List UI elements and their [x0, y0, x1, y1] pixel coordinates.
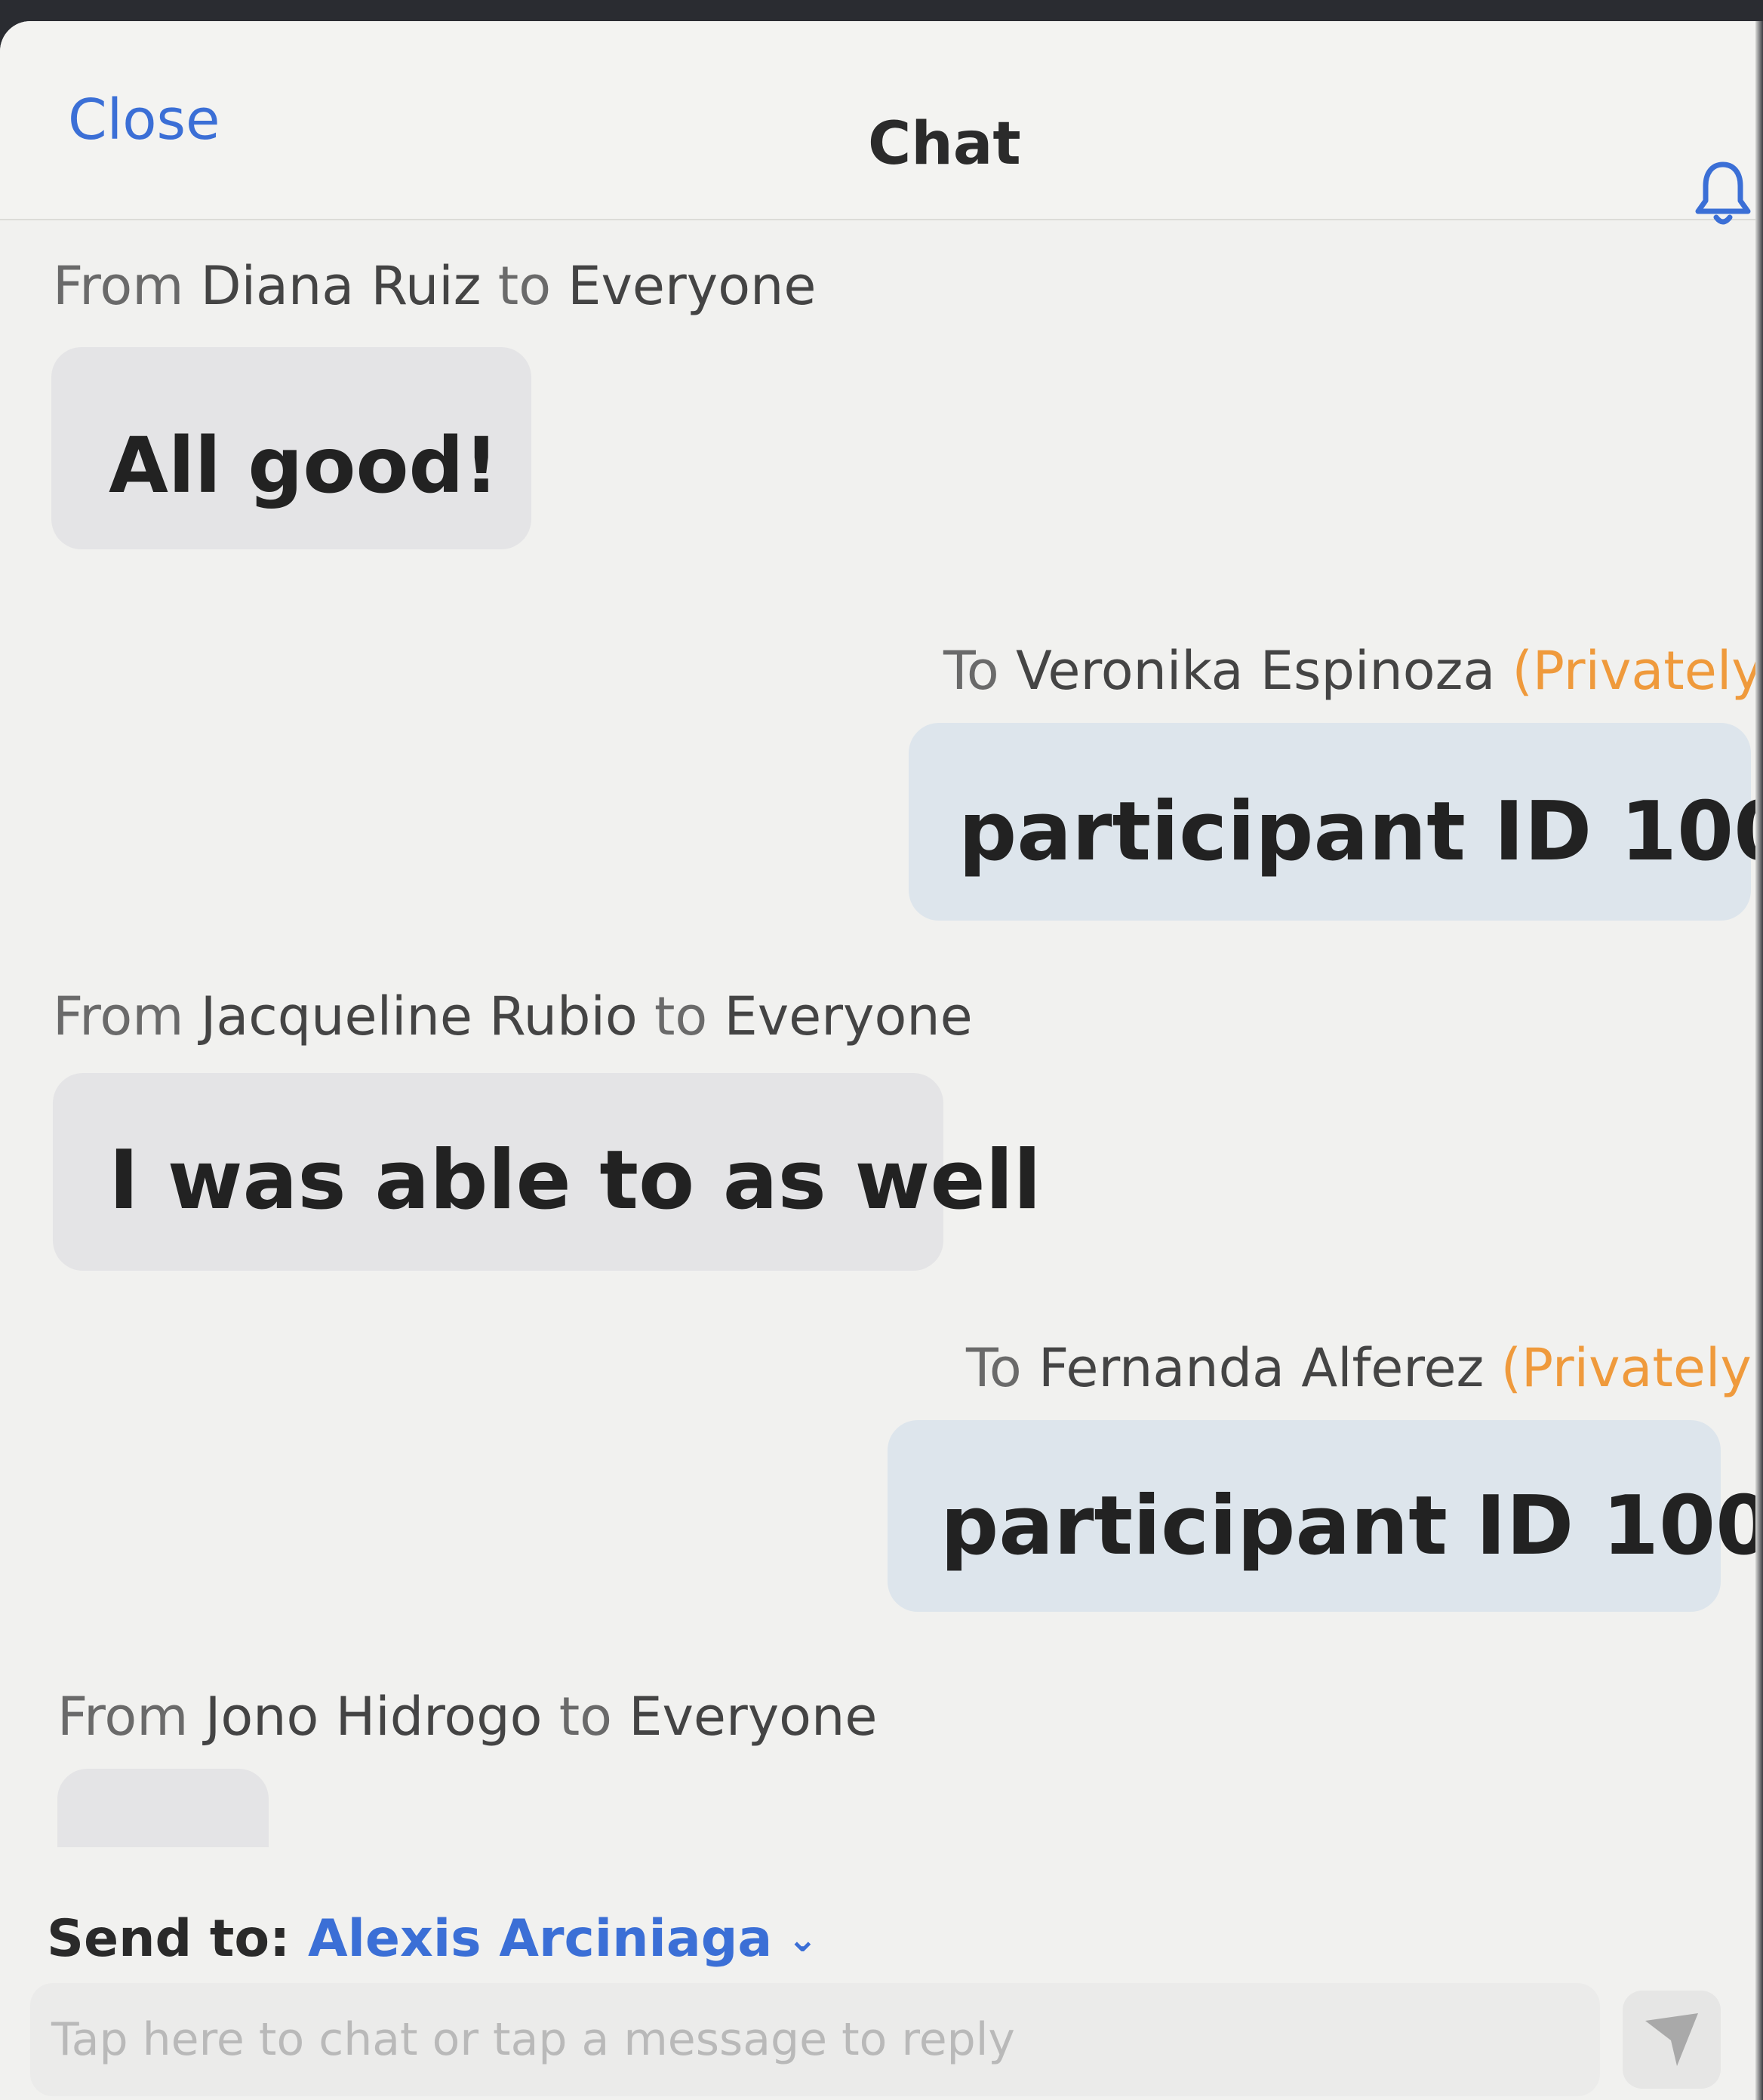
- meta-middle: to: [542, 1686, 629, 1748]
- message-text: All good!: [109, 421, 500, 511]
- send-to-label: Send to:: [47, 1909, 308, 1969]
- recipient-name: Everyone: [724, 985, 973, 1047]
- message-meta: To Veronika Espinoza (Privately): [943, 640, 1763, 702]
- message-bubble[interactable]: All good!: [51, 347, 531, 549]
- send-icon[interactable]: [1623, 1991, 1721, 2089]
- recipient-name: Veronika Espinoza: [1015, 640, 1496, 702]
- meta-prefix: From: [57, 1686, 205, 1748]
- meta-prefix: To: [943, 640, 1016, 702]
- message-meta: From Jacqueline Rubio to Everyone: [53, 985, 973, 1047]
- recipient-name: Everyone: [568, 255, 817, 317]
- meta-prefix: To: [966, 1337, 1038, 1399]
- screen-edge: [1755, 21, 1763, 2100]
- message-bubble[interactable]: I was able to as well: [53, 1073, 1041, 1271]
- private-label: (Privately): [1495, 640, 1763, 702]
- close-button[interactable]: Close: [68, 88, 220, 152]
- chat-footer: Send to: Alexis Arciniaga ⌄ Tap here to c…: [0, 1847, 1763, 2100]
- send-to-target[interactable]: Alexis Arciniaga: [308, 1909, 772, 1969]
- message-meta: From Jono Hidrogo to Everyone: [57, 1686, 877, 1748]
- recipient-name: Everyone: [629, 1686, 878, 1748]
- bell-icon[interactable]: [1689, 157, 1757, 232]
- send-to-selector[interactable]: Send to: Alexis Arciniaga ⌄: [47, 1909, 818, 1969]
- private-label: (Privately): [1484, 1337, 1763, 1399]
- page-title: Chat: [868, 110, 1021, 178]
- meta-prefix: From: [53, 255, 201, 317]
- chat-header: Close Chat: [0, 21, 1763, 225]
- meta-prefix: From: [53, 985, 201, 1047]
- recipient-name: Fernanda Alferez: [1038, 1337, 1485, 1399]
- sender-name: Diana Ruiz: [200, 255, 482, 317]
- message-text: participant ID 1007: [958, 785, 1763, 879]
- chat-screen: Close Chat From Diana Ruiz to Everyone A…: [0, 21, 1763, 2100]
- message-meta: From Diana Ruiz to Everyone: [53, 255, 816, 317]
- chat-input[interactable]: Tap here to chat or tap a message to rep…: [30, 1983, 1600, 2096]
- meta-middle: to: [637, 985, 725, 1047]
- message-bubble[interactable]: participant ID 1008: [888, 1420, 1763, 1612]
- message-bubble[interactable]: participant ID 1007: [909, 723, 1763, 921]
- meta-middle: to: [481, 255, 568, 317]
- message-text: I was able to as well: [109, 1133, 1041, 1228]
- message-meta: To Fernanda Alferez (Privately): [966, 1337, 1763, 1399]
- message-text: participant ID 1008: [940, 1479, 1763, 1573]
- sender-name: Jacqueline Rubio: [200, 985, 638, 1047]
- sender-name: Jono Hidrogo: [205, 1686, 543, 1748]
- chevron-down-icon[interactable]: ⌄: [787, 1918, 817, 1960]
- chat-input-placeholder: Tap here to chat or tap a message to rep…: [51, 2013, 1015, 2066]
